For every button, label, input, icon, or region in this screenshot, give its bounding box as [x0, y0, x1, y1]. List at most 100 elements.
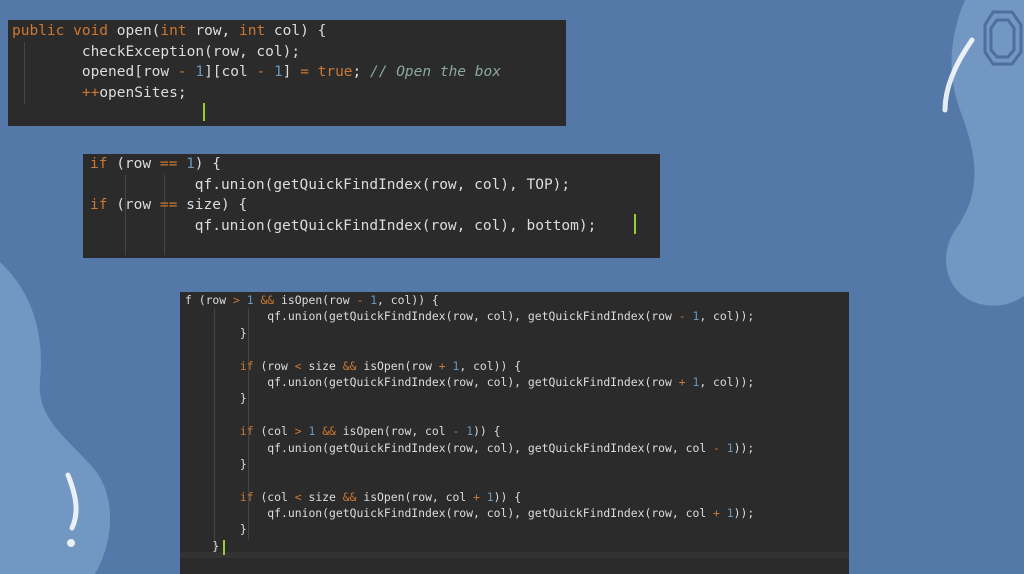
- code-panel-open-method: public void open(int row, int col) { che…: [8, 20, 566, 126]
- code-token: &&: [322, 424, 343, 439]
- code-token: // Open the box: [370, 64, 501, 80]
- text-cursor: [223, 540, 225, 555]
- code-line: qf.union(getQuickFindIndex(row, col), ge…: [185, 308, 754, 324]
- code-token: }: [185, 538, 220, 553]
- code-token: f (row: [185, 293, 234, 307]
- code-token: isOpen(row: [363, 358, 439, 373]
- code-token: 1: [273, 64, 283, 80]
- code-token: if: [90, 156, 117, 172]
- scrollbar-track[interactable]: [180, 552, 849, 558]
- code-block: public void open(int row, int col) { che…: [12, 21, 501, 103]
- text-cursor: [203, 103, 205, 121]
- code-token: size: [308, 489, 343, 504]
- code-token: +: [473, 489, 487, 504]
- code-line: if (col < size && isOpen(row, col + 1)) …: [185, 489, 754, 505]
- code-token: ;: [352, 64, 370, 80]
- code-token: ++: [81, 84, 100, 101]
- code-token: 1: [726, 506, 734, 521]
- code-block: if (row == 1) { qf.union(getQuickFindInd…: [90, 154, 596, 236]
- code-line: }: [185, 390, 754, 406]
- code-token: isOpen(row, col: [363, 489, 474, 504]
- code-token: (row: [260, 358, 295, 373]
- code-token: qf.union(getQuickFindIndex(row, col), bo…: [90, 217, 597, 234]
- code-token: >: [233, 293, 247, 307]
- code-token: 1: [246, 293, 261, 307]
- code-token: int: [239, 23, 274, 39]
- code-token: &&: [260, 293, 282, 307]
- code-token: , col)) {: [377, 293, 439, 307]
- code-token: (col: [260, 489, 295, 504]
- code-token: true: [317, 64, 353, 80]
- code-token: 1: [308, 424, 323, 439]
- code-line: if (col > 1 && isOpen(row, col - 1)) {: [185, 423, 754, 439]
- code-token: (col: [260, 424, 295, 439]
- code-token: <: [294, 358, 309, 373]
- code-token: qf.union(getQuickFindIndex(row, col), ge…: [185, 374, 679, 389]
- code-token: +: [713, 506, 727, 521]
- code-token: , col));: [699, 374, 755, 389]
- code-token: public void: [12, 23, 117, 39]
- code-line: if (row == 1) {: [90, 154, 596, 175]
- code-token: if: [239, 358, 261, 373]
- code-line: qf.union(getQuickFindIndex(row, col), bo…: [90, 216, 597, 237]
- code-token: &&: [342, 489, 364, 504]
- code-token: ==: [159, 197, 187, 213]
- code-token: 1: [195, 64, 205, 80]
- code-token: qf.union(getQuickFindIndex(row, col), ge…: [185, 440, 714, 455]
- code-token: }: [185, 522, 247, 537]
- code-token: checkException(row, col);: [12, 43, 301, 60]
- code-line: f (row > 1 && isOpen(row - 1, col)) {: [185, 292, 754, 308]
- code-token: ));: [733, 440, 755, 455]
- code-token: (row: [116, 197, 160, 213]
- code-token: openSites;: [99, 84, 187, 101]
- code-token: ]: [282, 64, 301, 80]
- code-token: row,: [195, 23, 239, 39]
- code-token: -: [452, 424, 467, 439]
- code-token: , col));: [699, 309, 755, 324]
- code-token: ==: [159, 156, 187, 172]
- code-line: checkException(row, col);: [12, 42, 501, 63]
- code-line: }: [185, 521, 754, 537]
- code-token: =: [300, 64, 318, 80]
- code-token: open(: [116, 23, 161, 39]
- code-token: +: [438, 358, 453, 373]
- code-token: &&: [342, 358, 364, 373]
- code-block: f (row > 1 && isOpen(row - 1 , col)) { qf…: [185, 292, 754, 554]
- code-token: 1: [726, 440, 734, 455]
- code-line: }: [185, 456, 754, 472]
- code-line: if (row < size && isOpen(row + 1, col)) …: [185, 358, 754, 374]
- code-token: if: [239, 489, 261, 504]
- code-token: }: [185, 391, 247, 406]
- code-token: qf.union(getQuickFindIndex(row, col), ge…: [185, 506, 714, 521]
- code-token: +: [678, 374, 693, 389]
- code-token: ) {: [194, 156, 221, 172]
- code-token: , col)) {: [459, 358, 522, 373]
- code-line: public void open(int row, int col) {: [12, 21, 501, 42]
- code-token: qf.union(getQuickFindIndex(row, col), TO…: [90, 176, 571, 193]
- code-token: ));: [733, 506, 755, 521]
- code-line: opened[row - 1][col - 1] = true; // Open…: [12, 62, 501, 83]
- code-line: ++openSites;: [12, 83, 501, 104]
- code-panel-top-bottom-union: if (row == 1) { qf.union(getQuickFindInd…: [83, 154, 660, 258]
- code-token: -: [356, 293, 371, 307]
- code-token: }: [185, 325, 247, 340]
- code-line: if (row == size) {: [90, 195, 596, 216]
- code-token: -: [678, 309, 693, 324]
- code-token: }: [185, 456, 247, 471]
- code-token: (row: [116, 156, 160, 172]
- code-token: qf.union(getQuickFindIndex(row, col), ge…: [185, 309, 679, 324]
- code-token: ][col: [204, 64, 257, 80]
- code-token: isOpen(row, col: [342, 424, 453, 439]
- code-panel-neighbor-union: f (row > 1 && isOpen(row - 1 , col)) { qf…: [180, 292, 849, 574]
- code-token: col) {: [273, 23, 327, 39]
- code-line: qf.union(getQuickFindIndex(row, col), ge…: [185, 374, 754, 390]
- code-token: )) {: [473, 424, 501, 439]
- code-token: if: [90, 197, 117, 213]
- code-line: qf.union(getQuickFindIndex(row, col), ge…: [185, 505, 754, 521]
- code-token: >: [294, 424, 309, 439]
- code-line: qf.union(getQuickFindIndex(row, col), ge…: [185, 440, 754, 456]
